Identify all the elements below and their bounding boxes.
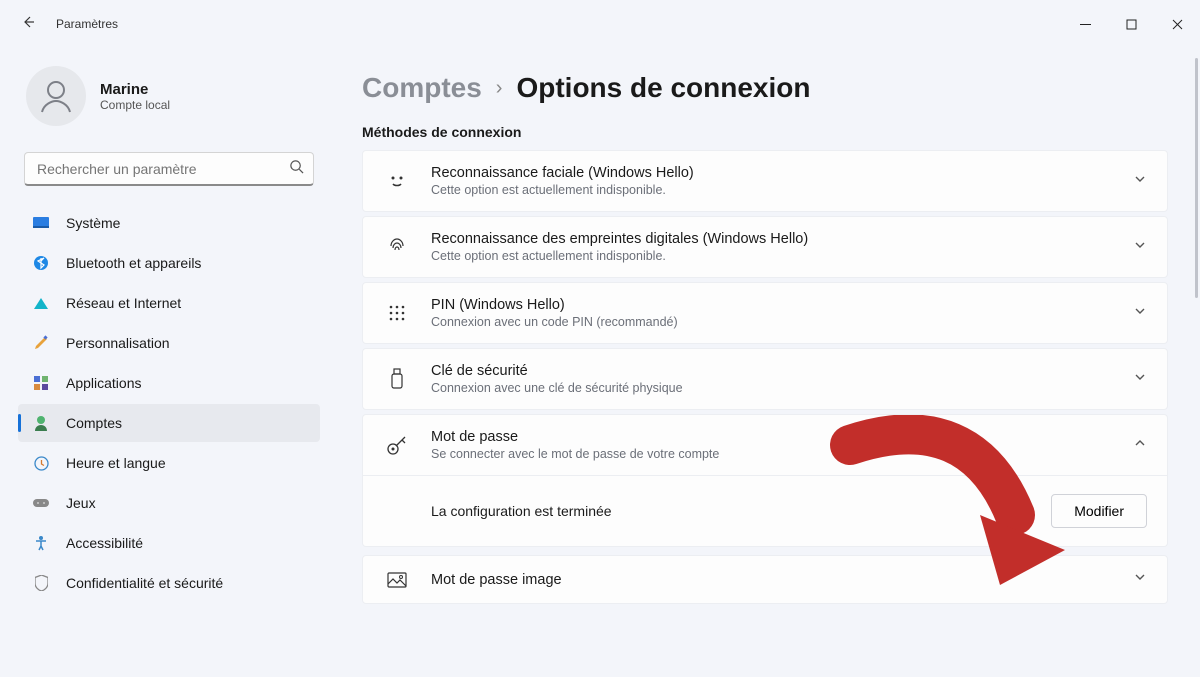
chevron-down-icon — [1133, 570, 1147, 589]
bluetooth-icon — [32, 254, 50, 272]
brush-icon — [32, 334, 50, 352]
signin-method-picture-password[interactable]: Mot de passe image — [362, 555, 1168, 604]
chevron-down-icon — [1133, 238, 1147, 257]
user-account-type: Compte local — [100, 98, 170, 112]
shield-icon — [32, 574, 50, 592]
sidebar-item-accessibility[interactable]: Accessibilité — [18, 524, 320, 562]
sidebar-item-network[interactable]: Réseau et Internet — [18, 284, 320, 322]
nav-list: Système Bluetooth et appareils Réseau et… — [18, 204, 320, 602]
user-name: Marine — [100, 81, 170, 98]
sidebar-item-label: Comptes — [66, 415, 122, 431]
sidebar-item-time-language[interactable]: Heure et langue — [18, 444, 320, 482]
close-button[interactable] — [1154, 8, 1200, 40]
profile-block[interactable]: Marine Compte local — [18, 60, 320, 146]
card-title: Mot de passe — [431, 429, 1113, 445]
usb-key-icon — [383, 368, 411, 390]
page-title: Options de connexion — [516, 72, 810, 104]
sidebar-item-label: Système — [66, 215, 120, 231]
password-config-status: La configuration est terminée — [431, 503, 612, 519]
search-icon — [289, 159, 304, 179]
face-icon — [383, 171, 411, 191]
titlebar: Paramètres — [0, 0, 1200, 48]
signin-method-face[interactable]: Reconnaissance faciale (Windows Hello) C… — [362, 150, 1168, 212]
sidebar-item-label: Jeux — [66, 495, 96, 511]
breadcrumb-parent[interactable]: Comptes — [362, 72, 482, 104]
sidebar-item-gaming[interactable]: Jeux — [18, 484, 320, 522]
search-box — [24, 152, 314, 186]
sidebar-item-personalization[interactable]: Personnalisation — [18, 324, 320, 362]
minimize-button[interactable] — [1062, 8, 1108, 40]
maximize-button[interactable] — [1108, 8, 1154, 40]
vertical-scrollbar[interactable] — [1195, 58, 1198, 298]
keypad-icon — [383, 305, 411, 321]
apps-icon — [32, 374, 50, 392]
card-subtitle: Cette option est actuellement indisponib… — [431, 249, 1113, 263]
sidebar-item-apps[interactable]: Applications — [18, 364, 320, 402]
sidebar-item-label: Personnalisation — [66, 335, 170, 351]
card-subtitle: Se connecter avec le mot de passe de vot… — [431, 447, 1113, 461]
key-icon — [383, 434, 411, 456]
card-title: Reconnaissance des empreintes digitales … — [431, 231, 1113, 247]
chevron-down-icon — [1133, 172, 1147, 191]
sidebar-item-label: Accessibilité — [66, 535, 143, 551]
signin-method-password[interactable]: Mot de passe Se connecter avec le mot de… — [362, 414, 1168, 476]
globe-clock-icon — [32, 454, 50, 472]
sidebar: Marine Compte local Système Bluetooth et… — [0, 48, 330, 677]
sidebar-item-label: Réseau et Internet — [66, 295, 181, 311]
breadcrumb: Comptes › Options de connexion — [362, 72, 1168, 104]
chevron-down-icon — [1133, 370, 1147, 389]
modify-password-button[interactable]: Modifier — [1051, 494, 1147, 528]
picture-icon — [383, 572, 411, 588]
wifi-icon — [32, 294, 50, 312]
search-input[interactable] — [24, 152, 314, 186]
game-icon — [32, 494, 50, 512]
card-title: Clé de sécurité — [431, 363, 1113, 379]
sidebar-item-accounts[interactable]: Comptes — [18, 404, 320, 442]
signin-method-pin[interactable]: PIN (Windows Hello) Connexion avec un co… — [362, 282, 1168, 344]
card-subtitle: Connexion avec une clé de sécurité physi… — [431, 381, 1113, 395]
sidebar-item-label: Bluetooth et appareils — [66, 255, 201, 271]
sidebar-item-label: Confidentialité et sécurité — [66, 575, 223, 591]
back-button[interactable] — [20, 14, 36, 35]
accessibility-icon — [32, 534, 50, 552]
signin-method-fingerprint[interactable]: Reconnaissance des empreintes digitales … — [362, 216, 1168, 278]
card-subtitle: Cette option est actuellement indisponib… — [431, 183, 1113, 197]
section-heading: Méthodes de connexion — [362, 124, 1168, 140]
card-title: Reconnaissance faciale (Windows Hello) — [431, 165, 1113, 181]
fingerprint-icon — [383, 236, 411, 258]
chevron-right-icon: › — [496, 77, 503, 100]
chevron-down-icon — [1133, 304, 1147, 323]
card-title: Mot de passe image — [431, 572, 1113, 588]
password-config-row: La configuration est terminée Modifier — [362, 476, 1168, 547]
sidebar-item-bluetooth[interactable]: Bluetooth et appareils — [18, 244, 320, 282]
sidebar-item-system[interactable]: Système — [18, 204, 320, 242]
sidebar-item-label: Heure et langue — [66, 455, 166, 471]
chevron-up-icon — [1133, 436, 1147, 455]
person-icon — [32, 414, 50, 432]
main-content: Comptes › Options de connexion Méthodes … — [330, 48, 1200, 677]
sidebar-item-label: Applications — [66, 375, 142, 391]
card-subtitle: Connexion avec un code PIN (recommandé) — [431, 315, 1113, 329]
sidebar-item-privacy[interactable]: Confidentialité et sécurité — [18, 564, 320, 602]
card-title: PIN (Windows Hello) — [431, 297, 1113, 313]
window-title: Paramètres — [56, 17, 118, 31]
signin-method-security-key[interactable]: Clé de sécurité Connexion avec une clé d… — [362, 348, 1168, 410]
monitor-icon — [32, 214, 50, 232]
avatar — [26, 66, 86, 126]
